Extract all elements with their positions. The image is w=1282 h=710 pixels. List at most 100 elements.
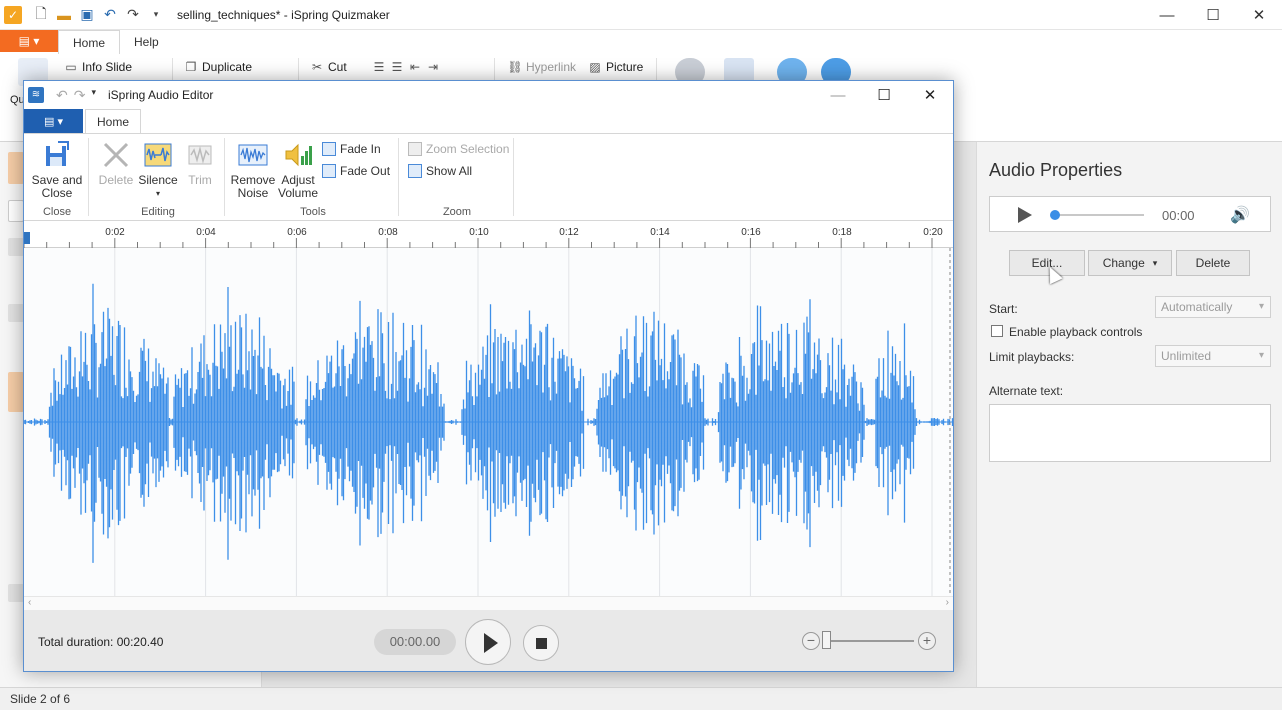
dialog-title: iSpring Audio Editor	[108, 88, 214, 102]
bullets-icon[interactable]: ☰ ☰ ⇤ ⇥	[372, 60, 440, 74]
tick-label: 0:02	[105, 227, 125, 238]
dialog-ribbon: Save and Close Close Delete Silence ▾ Tr…	[24, 133, 953, 221]
fade-in-button[interactable]: Fade In	[322, 142, 381, 156]
play-button[interactable]	[465, 619, 511, 665]
maximize-icon[interactable]: ☐	[1190, 0, 1236, 30]
zoom-in-icon[interactable]: +	[918, 632, 936, 650]
dialog-window-controls: — ☐ ✕	[815, 81, 953, 109]
tick-label: 0:14	[650, 227, 670, 238]
tab-home[interactable]: Home	[85, 109, 141, 134]
tab-help[interactable]: Help	[120, 30, 173, 54]
audio-player: 00:00 🔊	[989, 196, 1271, 232]
customize-qat-icon[interactable]: ▾	[147, 6, 165, 24]
fade-out-button[interactable]: Fade Out	[322, 164, 390, 178]
app-window-controls: — ☐ ✕	[1144, 0, 1282, 30]
timeline-ruler[interactable]: 0:02 0:04 0:06 0:08 0:10 0:12 0:14 0:16 …	[24, 222, 953, 248]
chevron-down-icon[interactable]	[8, 238, 24, 256]
info-slide-button[interactable]: ▭ Info Slide	[64, 60, 132, 74]
tick-label: 0:20	[923, 227, 943, 238]
save-and-close-button[interactable]: Save and Close	[30, 140, 84, 200]
play-icon	[484, 633, 498, 653]
slide-thumbnail-1[interactable]	[8, 152, 24, 184]
fade-out-icon	[322, 164, 336, 178]
adjust-volume-button[interactable]: Adjust Volume	[276, 140, 320, 200]
app-title: selling_techniques* - iSpring Quizmaker	[177, 7, 390, 22]
delete-button[interactable]: Delete	[1176, 250, 1250, 276]
waveform	[24, 248, 953, 596]
scroll-left-icon[interactable]: ‹	[28, 597, 31, 608]
show-all-button[interactable]: Show All	[408, 164, 472, 178]
volume-icon[interactable]: 🔊	[1230, 205, 1250, 225]
zoom-slider-knob[interactable]	[822, 631, 831, 649]
redo-icon[interactable]: ↷	[124, 6, 142, 24]
remove-noise-button[interactable]: Remove Noise	[230, 140, 276, 200]
cut-button[interactable]: ✂ Cut	[310, 60, 347, 74]
silence-button[interactable]: Silence ▾	[138, 140, 178, 200]
minimize-icon[interactable]: —	[1144, 0, 1190, 30]
waveform-area[interactable]	[24, 248, 953, 596]
menu-icon: ▤ ▾	[44, 115, 63, 128]
seek-knob[interactable]	[1050, 210, 1060, 220]
trim-button[interactable]: Trim	[180, 140, 220, 187]
minimize-icon[interactable]: —	[815, 81, 861, 109]
playhead-marker[interactable]	[24, 232, 30, 244]
start-select[interactable]: Automatically ▾	[1155, 296, 1271, 318]
group-editing-label: Editing	[141, 206, 175, 218]
zoom-selection-button[interactable]: Zoom Selection	[408, 142, 509, 156]
open-folder-icon[interactable]: ▬	[55, 6, 73, 24]
alt-text-input[interactable]	[989, 404, 1271, 462]
seek-slider[interactable]	[1054, 214, 1144, 216]
save-close-icon	[42, 140, 72, 170]
group-separator	[88, 138, 89, 216]
chevron-down-icon: ▾	[1258, 301, 1264, 312]
stop-button[interactable]	[523, 625, 559, 661]
change-button[interactable]: Change ▾	[1088, 250, 1172, 276]
tab-home[interactable]: Home	[58, 30, 121, 54]
slide-thumbnail-2[interactable]	[8, 372, 24, 412]
remove-noise-icon	[238, 140, 268, 170]
maximize-icon[interactable]: ☐	[861, 81, 907, 109]
waveform-path	[24, 283, 953, 563]
redo-icon[interactable]: ↷	[74, 87, 86, 104]
undo-icon[interactable]: ↶	[101, 6, 119, 24]
chevron-down-icon[interactable]	[8, 584, 24, 602]
search-input[interactable]	[8, 200, 24, 222]
properties-title: Audio Properties	[989, 160, 1123, 180]
customize-qat-icon[interactable]: ▾	[91, 87, 96, 104]
delete-audio-button[interactable]: Delete	[96, 140, 136, 187]
numbering-icon: ☰	[391, 60, 403, 74]
dialog-file-menu-button[interactable]: ▤ ▾	[24, 109, 83, 133]
indent-icon: ⇤	[409, 60, 421, 74]
audio-properties-panel: Audio Properties 00:00 🔊 Edit... Change ▾…	[976, 142, 1282, 687]
zoom-out-icon[interactable]: −	[802, 632, 820, 650]
chevron-down-icon[interactable]	[8, 304, 24, 322]
close-icon[interactable]: ✕	[1236, 0, 1282, 30]
new-file-icon[interactable]: 🗋	[32, 5, 50, 24]
quick-access-toolbar: 🗋 ▬ ▣ ↶ ↷ ▾	[32, 5, 165, 24]
duplicate-button[interactable]: ❐ Duplicate	[184, 60, 252, 74]
undo-icon[interactable]: ↶	[56, 87, 68, 104]
scissors-icon: ✂	[311, 60, 323, 74]
total-duration: Total duration: 00:20.40	[38, 635, 164, 649]
picture-button[interactable]: ▨ Picture	[588, 60, 643, 74]
show-all-icon	[408, 164, 422, 178]
tick-label: 0:12	[559, 227, 579, 238]
play-icon[interactable]	[1018, 207, 1032, 223]
save-icon[interactable]: ▣	[78, 6, 96, 24]
menu-icon: ▤ ▾	[18, 34, 40, 48]
limit-label: Limit playbacks:	[989, 350, 1075, 364]
hyperlink-icon: ⛓	[507, 60, 523, 74]
hyperlink-button[interactable]: ⛓ Hyperlink	[507, 60, 576, 74]
delete-x-icon	[101, 140, 131, 170]
scroll-right-icon[interactable]: ›	[946, 597, 949, 608]
zoom-selection-icon	[408, 142, 422, 156]
file-menu-button[interactable]: ▤ ▾	[0, 30, 58, 52]
zoom-slider[interactable]	[830, 640, 914, 642]
app-tabs: ▤ ▾ Home Help	[0, 30, 1282, 54]
info-slide-icon: ▭	[65, 60, 77, 74]
chevron-down-icon: ▾	[155, 189, 160, 198]
limit-select[interactable]: Unlimited ▾	[1155, 345, 1271, 367]
enable-controls-checkbox[interactable]	[991, 325, 1003, 337]
close-icon[interactable]: ✕	[907, 81, 953, 109]
horizontal-scrollbar[interactable]: ‹ ›	[24, 596, 953, 610]
